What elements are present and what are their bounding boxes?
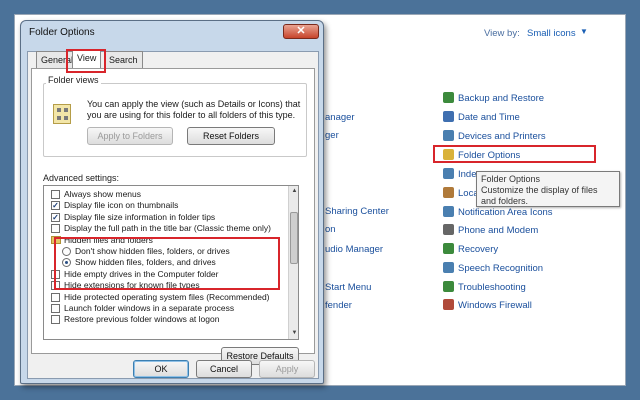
control-panel-item[interactable]: Start Menu — [325, 280, 371, 296]
control-panel-icon — [443, 187, 454, 198]
tooltip-text: Customize the display of files and folde… — [481, 185, 598, 206]
control-panel-item[interactable]: Notification Area Icons — [443, 205, 553, 221]
reset-folders-button[interactable]: Reset Folders — [187, 127, 275, 145]
tab-search[interactable]: Search — [104, 51, 143, 68]
cancel-button[interactable]: Cancel — [196, 360, 252, 378]
scrollbar-thumb[interactable] — [290, 212, 298, 264]
control-panel-item[interactable]: Speech Recognition — [443, 261, 543, 277]
setting-label: Launch folder windows in a separate proc… — [64, 303, 235, 313]
folder-views-description: You can apply the view (such as Details … — [87, 99, 301, 120]
setting-row[interactable]: ✓ Display file size information in folder… — [44, 212, 287, 223]
control-panel-item-label: Windows Firewall — [458, 300, 532, 311]
control-panel-item[interactable]: udio Manager — [325, 242, 383, 258]
checkbox[interactable] — [51, 292, 60, 302]
control-panel-item-label: Phone and Modem — [458, 225, 539, 236]
control-panel-item[interactable]: Troubleshooting — [443, 280, 526, 296]
scroll-down-icon[interactable]: ▼ — [289, 328, 298, 339]
close-button[interactable]: ✕ — [283, 24, 319, 39]
control-panel-item-label: Inde — [458, 169, 477, 180]
control-panel-item[interactable]: on — [325, 222, 336, 238]
view-by-dropdown[interactable]: Small icons — [527, 28, 576, 39]
control-panel-icon — [443, 111, 454, 122]
control-panel-item[interactable]: anager — [325, 110, 355, 126]
setting-row[interactable]: Display the full path in the title bar (… — [44, 223, 287, 234]
list-scrollbar[interactable]: ▲ ▼ — [288, 186, 298, 339]
control-panel-item[interactable]: Windows Firewall — [443, 298, 532, 314]
control-panel-item-label: Devices and Printers — [458, 131, 546, 142]
checkbox-checked[interactable]: ✓ — [51, 201, 60, 211]
control-panel-icon — [443, 281, 454, 292]
setting-row[interactable]: Hide protected operating system files (R… — [44, 292, 287, 303]
setting-row[interactable]: Restore previous folder windows at logon — [44, 314, 287, 325]
control-panel-icon — [443, 206, 454, 217]
checkbox-checked[interactable]: ✓ — [51, 212, 60, 222]
setting-label: Display the full path in the title bar (… — [64, 223, 271, 234]
setting-row[interactable]: ✓ Display file icon on thumbnails — [44, 200, 287, 211]
control-panel-icon — [443, 224, 454, 235]
setting-row[interactable]: Launch folder windows in a separate proc… — [44, 303, 287, 314]
control-panel-icon — [443, 130, 454, 141]
dialog-body: General View Search Folder views You can… — [27, 49, 319, 379]
control-panel-item[interactable]: Loca — [443, 186, 479, 202]
control-panel-item[interactable]: Phone and Modem — [443, 223, 538, 239]
setting-label: Always show menus — [64, 189, 142, 199]
control-panel-item[interactable]: Recovery — [443, 242, 498, 258]
tooltip-title: Folder Options — [481, 174, 541, 184]
control-panel-icon — [443, 299, 454, 310]
setting-label: Display file icon on thumbnails — [64, 200, 179, 211]
folder-options-dialog: Folder Options ✕ General View Search Fol… — [20, 20, 324, 384]
advanced-settings-label: Advanced settings: — [43, 173, 120, 183]
folder-options-highlight — [433, 145, 596, 163]
chevron-down-icon[interactable]: ▼ — [580, 27, 588, 36]
checkbox[interactable] — [51, 190, 60, 199]
close-icon[interactable]: ✕ — [296, 25, 305, 37]
apply-to-folders-button[interactable]: Apply to Folders — [87, 127, 173, 145]
checkbox[interactable] — [51, 224, 60, 234]
setting-label: Display file size information in folder … — [64, 211, 216, 222]
control-panel-item[interactable]: Backup and Restore — [443, 91, 544, 107]
control-panel-item[interactable]: Sharing Center — [325, 204, 389, 220]
control-panel-item-label: Date and Time — [458, 112, 520, 123]
setting-label: Restore previous folder windows at logon — [64, 314, 220, 325]
scroll-up-icon[interactable]: ▲ — [289, 186, 298, 197]
view-by-label: View by: — [484, 28, 520, 39]
control-panel-item[interactable]: fender — [325, 298, 352, 314]
checkbox[interactable] — [51, 315, 60, 325]
control-panel-icon — [443, 92, 454, 103]
ok-button[interactable]: OK — [133, 360, 189, 378]
control-panel-icon — [443, 168, 454, 179]
dialog-title: Folder Options — [29, 27, 95, 38]
control-panel-item-label: Notification Area Icons — [458, 207, 553, 218]
folder-views-label: Folder views — [46, 75, 101, 85]
hidden-files-highlight — [54, 237, 280, 290]
setting-label: Hide protected operating system files (R… — [64, 291, 270, 302]
control-panel-item-label: Troubleshooting — [458, 282, 526, 293]
control-panel-icon — [443, 262, 454, 273]
folder-options-tooltip: Folder Options Customize the display of … — [476, 171, 620, 207]
control-panel-item[interactable]: Date and Time — [443, 110, 520, 126]
folder-view-icon — [53, 104, 71, 124]
checkbox[interactable] — [51, 304, 60, 313]
control-panel-item-label: Speech Recognition — [458, 263, 544, 274]
view-tab-panel: Folder views You can apply the view (suc… — [31, 68, 315, 365]
control-panel-item[interactable]: Inde — [443, 167, 477, 183]
control-panel-item[interactable]: Devices and Printers — [443, 129, 546, 145]
control-panel-item[interactable]: ger — [325, 128, 339, 144]
control-panel-item-label: Backup and Restore — [458, 93, 545, 104]
setting-row[interactable]: Always show menus — [44, 189, 287, 200]
apply-button[interactable]: Apply — [259, 360, 315, 378]
control-panel-icon — [443, 243, 454, 254]
view-tab-highlight — [66, 49, 106, 73]
control-panel-item-label: Recovery — [458, 244, 499, 255]
